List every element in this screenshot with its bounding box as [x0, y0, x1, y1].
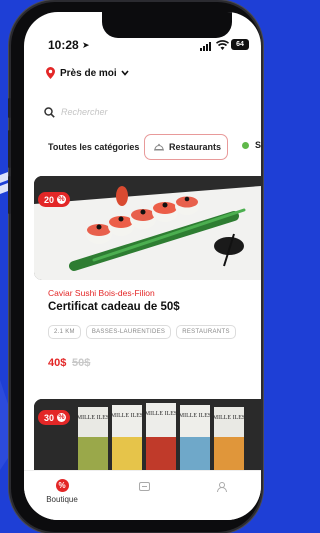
restaurant-icon — [154, 143, 164, 151]
boutique-icon: % — [55, 479, 69, 492]
can-brand-label: MILLE ILES — [179, 413, 212, 419]
status-bar: 10:28 ➤ 64 — [24, 38, 261, 56]
merchant-name[interactable]: Caviar Sushi Bois-des-Filion — [48, 288, 155, 298]
tag-distance: 2.1 KM — [48, 325, 81, 339]
category-all[interactable]: Toutes les catégories — [48, 142, 139, 152]
offer-title[interactable]: Certificat cadeau de 50$ — [48, 301, 180, 313]
can-brand-label: MILLE ILES — [77, 415, 110, 421]
category-restaurants[interactable]: Restaurants — [144, 134, 228, 160]
beer-cans-photo: MILLE ILES MILLE ILES MILLE ILES MILLE I… — [34, 399, 261, 479]
can-brand-label: MILLE ILES — [111, 413, 144, 419]
percent-icon: % — [57, 195, 67, 204]
category-next[interactable]: S — [242, 140, 261, 150]
offer-tags: 2.1 KM BASSES-LAURENTIDES RESTAURANTS — [48, 325, 236, 339]
category-dot-icon — [242, 141, 249, 149]
profile-icon[interactable] — [216, 481, 228, 493]
chevron-down-icon — [121, 70, 129, 76]
discount-value: 20 — [44, 194, 55, 205]
signal-icon — [200, 42, 211, 51]
tab-boutique[interactable]: % Boutique — [42, 479, 82, 504]
can-brand-label: MILLE ILES — [213, 415, 246, 421]
location-label: Près de moi — [60, 67, 117, 79]
search-icon — [44, 106, 55, 118]
wifi-icon — [216, 40, 229, 50]
tag-category: RESTAURANTS — [176, 325, 236, 339]
offer-price: 40$ — [48, 357, 67, 369]
app-screen: 10:28 ➤ 64 Près de moi T — [24, 12, 261, 520]
notch — [102, 12, 232, 38]
tab-boutique-label: Boutique — [46, 495, 78, 504]
sushi-photo — [34, 176, 261, 280]
location-selector[interactable]: Près de moi — [46, 65, 129, 81]
category-restaurants-label: Restaurants — [169, 142, 222, 152]
category-next-label: S — [255, 140, 261, 150]
discount-badge: 30 % — [38, 410, 70, 425]
search-input[interactable] — [61, 107, 211, 117]
status-time: 10:28 — [48, 38, 79, 52]
offer-old-price: 50$ — [72, 357, 91, 369]
category-bar: Toutes les catégories Restaurants S — [24, 132, 261, 160]
discount-badge: 20 % — [38, 192, 70, 207]
percent-icon: % — [57, 413, 67, 422]
offer-image[interactable] — [34, 176, 261, 280]
tag-region: BASSES-LAURENTIDES — [85, 325, 172, 339]
can-brand-label: MILLE ILES — [145, 411, 178, 417]
battery-icon: 64 — [231, 39, 249, 50]
tab-bar: % Boutique — [24, 470, 261, 520]
location-arrow-icon: ➤ — [82, 40, 90, 50]
discount-value: 30 — [44, 412, 55, 423]
offer-image[interactable]: MILLE ILES MILLE ILES MILLE ILES MILLE I… — [34, 399, 261, 479]
wallet-icon[interactable] — [139, 481, 150, 492]
map-pin-icon — [46, 67, 55, 79]
search-bar[interactable] — [44, 100, 244, 124]
